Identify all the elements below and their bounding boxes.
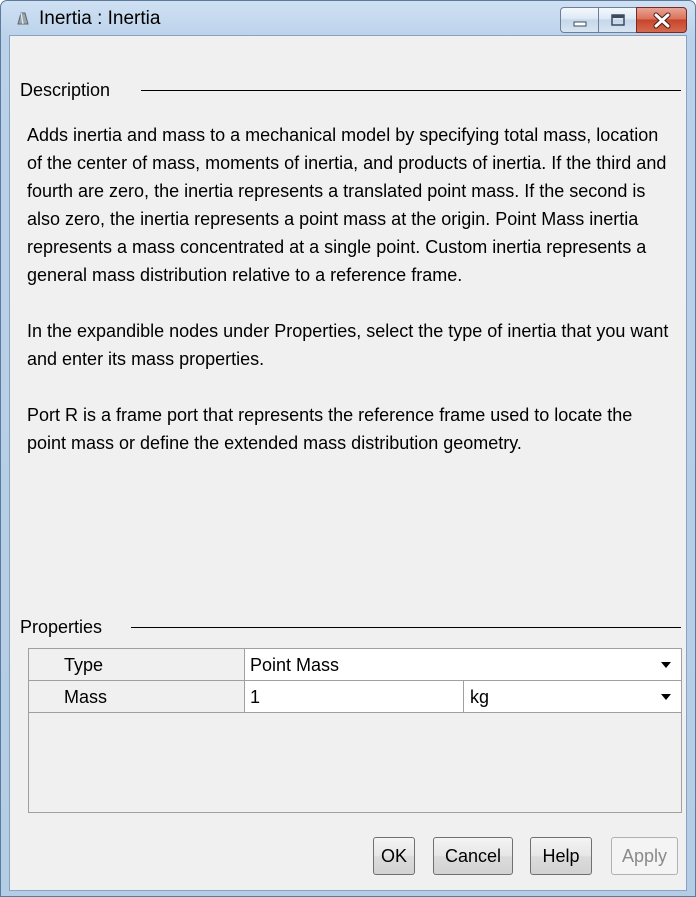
type-dropdown[interactable]: Point Mass: [245, 649, 681, 681]
chevron-down-icon[interactable]: [661, 694, 671, 700]
close-icon: [653, 12, 671, 29]
minimize-icon: [573, 21, 587, 27]
property-row-mass: Mass 1 kg: [29, 681, 681, 713]
properties-group-line: [131, 627, 681, 628]
inertia-app-icon: [15, 11, 31, 25]
maximize-button[interactable]: [598, 7, 637, 33]
close-button[interactable]: [636, 7, 687, 33]
chevron-down-icon[interactable]: [661, 662, 671, 668]
type-dropdown-value: Point Mass: [250, 655, 340, 675]
ok-button[interactable]: OK: [373, 837, 415, 875]
window-title: Inertia : Inertia: [39, 8, 161, 29]
help-button[interactable]: Help: [530, 837, 592, 875]
properties-group-label: Properties: [20, 616, 109, 638]
property-name-type: Type: [29, 649, 245, 681]
minimize-button[interactable]: [560, 7, 599, 33]
maximize-icon: [611, 14, 625, 26]
property-name-mass: Mass: [29, 681, 245, 713]
description-group-label: Description: [20, 79, 117, 101]
mass-value-field[interactable]: 1: [245, 681, 463, 713]
cancel-button[interactable]: Cancel: [433, 837, 513, 875]
dialog-window: Inertia : Inertia Description Adds inert…: [0, 0, 696, 897]
description-text: Adds inertia and mass to a mechanical mo…: [27, 121, 672, 485]
apply-button[interactable]: Apply: [611, 837, 678, 875]
properties-table: Type Point Mass Mass 1 kg: [28, 648, 682, 813]
description-paragraph: Adds inertia and mass to a mechanical mo…: [27, 125, 667, 285]
description-paragraph: In the expandible nodes under Properties…: [27, 321, 669, 369]
property-row-type: Type Point Mass: [29, 649, 681, 681]
description-group-line: [141, 90, 681, 91]
title-bar[interactable]: Inertia : Inertia: [1, 1, 695, 35]
mass-value: 1: [250, 687, 261, 707]
description-paragraph: Port R is a frame port that represents t…: [27, 405, 633, 453]
mass-unit-dropdown[interactable]: kg: [463, 681, 681, 713]
mass-unit-value: kg: [470, 687, 490, 707]
